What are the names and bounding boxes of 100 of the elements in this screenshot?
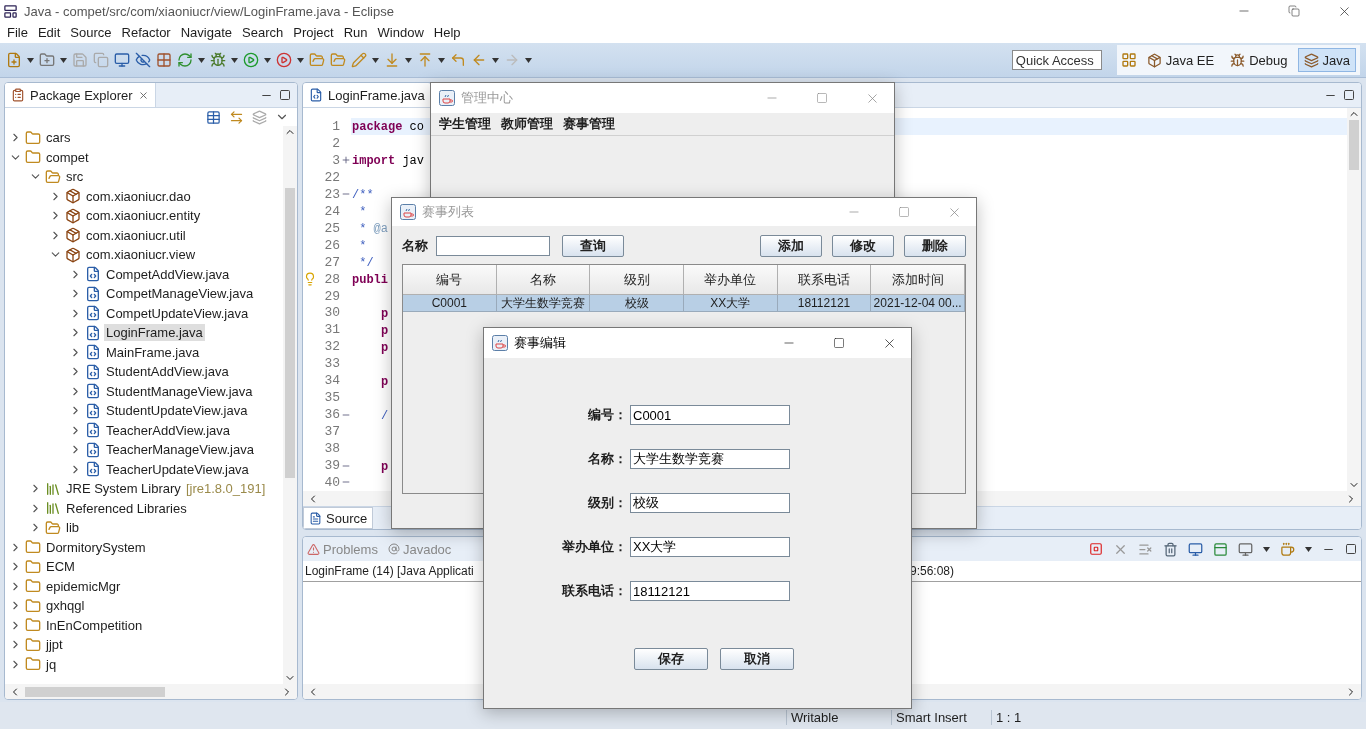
monitor-icon[interactable] — [114, 52, 130, 68]
search-button[interactable]: 查询 — [562, 235, 624, 257]
scroll-thumb[interactable] — [25, 686, 165, 697]
bug-icon[interactable] — [210, 52, 226, 68]
new-folder-icon[interactable] — [39, 52, 55, 68]
open-folder-icon[interactable] — [330, 52, 346, 68]
tree-item[interactable]: jjpt — [44, 636, 65, 654]
table-cell[interactable]: 18112121 — [777, 295, 872, 312]
tree-item[interactable]: lib — [64, 519, 81, 537]
input-field[interactable]: C0001 — [630, 405, 790, 425]
column-header[interactable]: 联系电话 — [777, 265, 872, 295]
input-field[interactable]: 大学生数学竞赛 — [630, 449, 790, 469]
tree-item[interactable]: MainFrame.java — [104, 343, 202, 361]
table-cell[interactable]: 大学生数学竞赛 — [496, 295, 591, 312]
caret-icon[interactable] — [297, 57, 304, 63]
tree-item[interactable]: jq — [44, 655, 59, 673]
caret-icon[interactable] — [1305, 546, 1312, 552]
scroll-thumb[interactable] — [1349, 120, 1359, 170]
layers-icon[interactable] — [252, 109, 267, 125]
maximize-icon[interactable] — [279, 89, 291, 101]
tree-item[interactable]: gxhqgl — [44, 597, 87, 615]
close-icon[interactable] — [137, 89, 149, 101]
tree-item[interactable]: TeacherAddView.java — [104, 421, 233, 439]
tree-item[interactable]: CompetUpdateView.java — [104, 304, 251, 322]
action-button[interactable]: 删除 — [904, 235, 966, 257]
run-tool-icon[interactable] — [276, 52, 292, 68]
horizontal-scrollbar[interactable] — [5, 684, 297, 699]
tree-item[interactable]: Referenced Libraries — [64, 499, 189, 517]
pencil-icon[interactable] — [351, 52, 367, 68]
column-header[interactable]: 编号 — [403, 265, 497, 295]
tree-item[interactable]: InEnCompetition — [44, 616, 145, 634]
column-header[interactable]: 举办单位 — [684, 265, 778, 295]
menu-item[interactable]: Refactor — [116, 25, 176, 40]
caret-icon[interactable] — [492, 57, 499, 63]
action-button[interactable]: 修改 — [832, 235, 894, 257]
view-tab[interactable]: Package Explorer — [5, 83, 156, 107]
perspective-button[interactable]: Debug — [1224, 48, 1294, 72]
new-file-icon[interactable] — [6, 52, 22, 68]
tree-item[interactable]: com.xiaoniucr.util — [84, 226, 188, 244]
tree-item[interactable]: com.xiaoniucr.view — [84, 246, 198, 264]
refresh-icon[interactable] — [177, 52, 193, 68]
menu-item[interactable]: Project — [288, 25, 339, 40]
tree-item[interactable]: ECM — [44, 558, 77, 576]
tree-item[interactable]: StudentUpdateView.java — [104, 402, 250, 420]
maximize-icon[interactable] — [833, 337, 845, 349]
crossed-eye-icon[interactable] — [135, 52, 151, 68]
arrow-down-icon[interactable] — [384, 52, 400, 68]
menu-item[interactable]: 赛事管理 — [559, 115, 619, 133]
dialog-button[interactable]: 保存 — [634, 648, 708, 670]
arrow-up-icon[interactable] — [417, 52, 433, 68]
tree-item[interactable]: epidemicMgr — [44, 577, 123, 595]
tree-item[interactable]: JRE System Library — [64, 480, 183, 498]
input-field[interactable]: 18112121 — [630, 581, 790, 601]
menu-item[interactable]: Navigate — [175, 25, 237, 40]
input-field[interactable]: XX大学 — [630, 537, 790, 557]
tree-item[interactable]: StudentManageView.java — [104, 382, 255, 400]
grid-icon[interactable] — [156, 52, 172, 68]
open-perspective-icon[interactable] — [1120, 52, 1137, 68]
tree-item[interactable]: com.xiaoniucr.dao — [84, 187, 193, 205]
remove-all-icon[interactable] — [1138, 541, 1153, 557]
tree-item[interactable]: src — [64, 168, 86, 186]
menu-item[interactable]: Search — [237, 25, 289, 40]
tree-item[interactable]: cars — [44, 129, 73, 147]
menu-item[interactable]: File — [2, 25, 33, 40]
tree-item[interactable]: com.xiaoniucr.entity — [84, 207, 203, 225]
maximize-icon[interactable] — [1343, 89, 1355, 101]
table-cell[interactable]: C0001 — [403, 295, 497, 312]
expand-fold-icon[interactable] — [341, 155, 351, 166]
perspective-button[interactable]: Java — [1297, 48, 1356, 72]
source-tab[interactable]: Source — [303, 507, 374, 529]
menu-item[interactable]: Window — [372, 25, 429, 40]
caret-icon[interactable] — [60, 57, 67, 63]
vertical-scrollbar[interactable] — [283, 126, 297, 684]
quick-access-field[interactable]: Quick Access — [1011, 50, 1102, 70]
menu-item[interactable]: Edit — [32, 25, 66, 40]
link-arrows-icon[interactable] — [229, 109, 244, 125]
tree-item[interactable]: LoginFrame.java — [104, 324, 205, 342]
table-cell[interactable]: XX大学 — [684, 295, 778, 312]
menu-item[interactable]: Run — [338, 25, 373, 40]
dialog-button[interactable]: 取消 — [720, 648, 794, 670]
maximize-icon[interactable] — [1345, 543, 1357, 555]
run-icon[interactable] — [243, 52, 259, 68]
caret-icon[interactable] — [525, 57, 532, 63]
tree-item[interactable]: TeacherUpdateView.java — [104, 460, 251, 478]
monitor-icon[interactable] — [1188, 541, 1203, 557]
tree-item[interactable]: TeacherManageView.java — [104, 441, 256, 459]
action-button[interactable]: 添加 — [760, 235, 822, 257]
display-icon[interactable] — [1238, 541, 1253, 557]
restore-icon[interactable] — [1288, 5, 1300, 17]
input-field[interactable]: 校级 — [630, 493, 790, 513]
tree-item[interactable]: StudentAddView.java — [104, 363, 231, 381]
column-header[interactable]: 名称 — [496, 265, 591, 295]
caret-icon[interactable] — [264, 57, 271, 63]
menu-item[interactable]: Source — [65, 25, 117, 40]
caret-icon[interactable] — [405, 57, 412, 63]
caret-icon[interactable] — [198, 57, 205, 63]
column-header[interactable]: 添加时间 — [871, 265, 965, 295]
caret-icon[interactable] — [231, 57, 238, 63]
tree-item[interactable]: CompetManageView.java — [104, 285, 256, 303]
vertical-scrollbar[interactable] — [1347, 108, 1361, 491]
